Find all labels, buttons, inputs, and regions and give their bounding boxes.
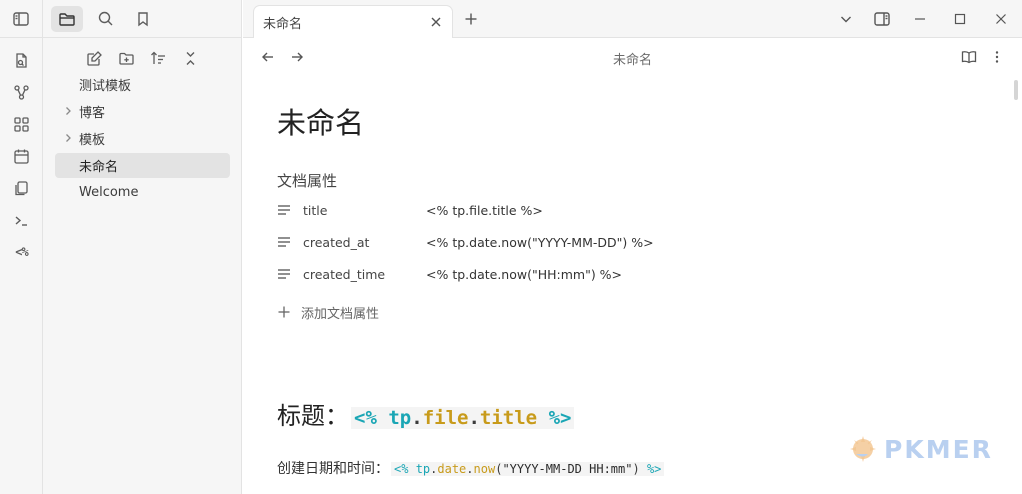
code-token: %> — [548, 407, 572, 429]
code-token: file — [422, 407, 469, 429]
chevron-right-icon[interactable] — [63, 106, 73, 116]
tree-item-file-selected[interactable]: 未命名 — [55, 153, 230, 178]
code-token: <% — [354, 407, 377, 429]
view-header-title[interactable]: 未命名 — [243, 49, 1022, 68]
search-tab[interactable] — [89, 6, 121, 32]
window-controls — [828, 0, 1022, 38]
maximize-icon[interactable] — [940, 0, 980, 38]
graph-view-icon[interactable] — [0, 76, 43, 108]
inline-code: <% tp.file.title %> — [351, 407, 575, 429]
close-icon[interactable] — [429, 15, 443, 29]
sort-icon[interactable] — [148, 48, 168, 68]
code-token: . — [466, 462, 474, 476]
code-token: . — [468, 407, 480, 429]
scrollbar[interactable] — [1014, 80, 1018, 100]
property-value[interactable]: <% tp.file.title %> — [426, 203, 543, 218]
code-token: tp — [388, 407, 412, 429]
code-token: tp — [415, 462, 431, 476]
tab-active-note[interactable]: 未命名 — [253, 5, 453, 38]
minimize-icon[interactable] — [900, 0, 940, 38]
tree-item-folder[interactable]: 博客 — [55, 99, 230, 124]
inline-code: <% tp.date.now("YYYY-MM-DD HH:mm") %> — [391, 462, 665, 476]
code-token: "YYYY-MM-DD HH:mm" — [502, 462, 633, 476]
property-value[interactable]: <% tp.date.now("HH:mm") %> — [426, 267, 622, 282]
plus-icon — [277, 305, 301, 319]
plus-icon[interactable] — [463, 11, 479, 27]
property-key[interactable]: created_at — [303, 235, 426, 250]
inline-title[interactable]: 未命名 — [277, 100, 977, 156]
sidebar-tab-header — [43, 0, 241, 38]
tree-item-label: 模板 — [79, 133, 106, 148]
main-editor-area: 未命名 未命名 未命名 文档属性 title <% tp.file.title … — [243, 0, 1022, 494]
pkmer-watermark: PKMER — [846, 432, 993, 466]
heading-2[interactable]: 标题： <% tp.file.title %> — [277, 396, 575, 431]
code-token: %> — [646, 462, 662, 476]
pkmer-watermark-text: PKMER — [884, 434, 993, 464]
property-key[interactable]: created_time — [303, 267, 426, 282]
templates-icon[interactable] — [0, 172, 43, 204]
reading-view-icon[interactable] — [961, 49, 977, 65]
tree-item-file[interactable]: 测试模板 — [55, 72, 230, 97]
templater-label: <% — [15, 245, 28, 259]
canvas-icon[interactable] — [0, 108, 43, 140]
tree-item-label: 博客 — [79, 106, 106, 121]
sidebar-toggle-icon[interactable] — [12, 10, 30, 28]
text-property-icon[interactable] — [277, 203, 303, 217]
property-row[interactable]: created_time <% tp.date.now("HH:mm") %> — [277, 258, 977, 290]
tree-item-folder[interactable]: 模板 — [55, 126, 230, 151]
more-options-icon[interactable] — [989, 49, 1005, 65]
file-explorer-actions — [43, 38, 241, 72]
open-quick-switcher-icon[interactable] — [0, 44, 43, 76]
templater-icon[interactable]: <% — [0, 236, 43, 268]
chevron-right-icon[interactable] — [63, 133, 73, 143]
bookmark-icon — [135, 11, 151, 27]
view-header: 未命名 — [243, 38, 1022, 76]
tree-item-label: 未命名 — [79, 160, 119, 175]
properties-heading[interactable]: 文档属性 — [277, 170, 977, 194]
note-content[interactable]: 未命名 文档属性 title <% tp.file.title %> creat… — [277, 100, 977, 477]
collapse-all-icon[interactable] — [180, 48, 200, 68]
code-token: date — [437, 462, 467, 476]
property-row[interactable]: title <% tp.file.title %> — [277, 194, 977, 226]
text-property-icon[interactable] — [277, 235, 303, 249]
property-key[interactable]: title — [303, 203, 426, 218]
pkmer-logo-icon — [846, 432, 880, 466]
window-close-icon[interactable] — [980, 0, 1022, 38]
text-property-icon[interactable] — [277, 267, 303, 281]
chevron-down-icon[interactable] — [828, 0, 864, 38]
folder-icon — [58, 10, 76, 28]
tree-item-label: Welcome — [79, 185, 139, 200]
bookmarks-tab[interactable] — [127, 6, 159, 32]
file-tree: 测试模板 博客 模板 未命名 Welcome — [43, 72, 241, 205]
tab-bar: 未命名 — [243, 0, 1022, 38]
tree-item-file[interactable]: Welcome — [55, 180, 230, 205]
new-folder-icon[interactable] — [116, 48, 136, 68]
command-palette-icon[interactable] — [0, 204, 43, 236]
code-token: now — [473, 462, 496, 476]
ribbon: <% — [0, 0, 43, 494]
code-token: <% — [394, 462, 409, 476]
new-note-icon[interactable] — [84, 48, 104, 68]
code-token: title — [479, 407, 538, 429]
paragraph[interactable]: 创建日期和时间： <% tp.date.now("YYYY-MM-DD HH:m… — [277, 458, 665, 478]
heading-2-label: 标题： — [277, 402, 349, 430]
code-token: ) — [632, 462, 640, 476]
tree-item-label: 测试模板 — [79, 79, 132, 94]
search-icon — [97, 10, 114, 27]
paragraph-label: 创建日期和时间： — [277, 461, 389, 477]
add-property-label: 添加文档属性 — [301, 306, 380, 322]
daily-note-icon[interactable] — [0, 140, 43, 172]
add-property-button[interactable]: 添加文档属性 — [277, 294, 977, 330]
tab-title: 未命名 — [263, 16, 303, 32]
ribbon-top — [0, 0, 42, 38]
right-sidebar-toggle-icon[interactable] — [864, 0, 900, 38]
property-value[interactable]: <% tp.date.now("YYYY-MM-DD") %> — [426, 235, 654, 250]
code-token: . — [411, 407, 423, 429]
file-explorer-sidebar: 测试模板 博客 模板 未命名 Welcome — [43, 0, 242, 494]
property-row[interactable]: created_at <% tp.date.now("YYYY-MM-DD") … — [277, 226, 977, 258]
files-tab[interactable] — [51, 5, 83, 32]
